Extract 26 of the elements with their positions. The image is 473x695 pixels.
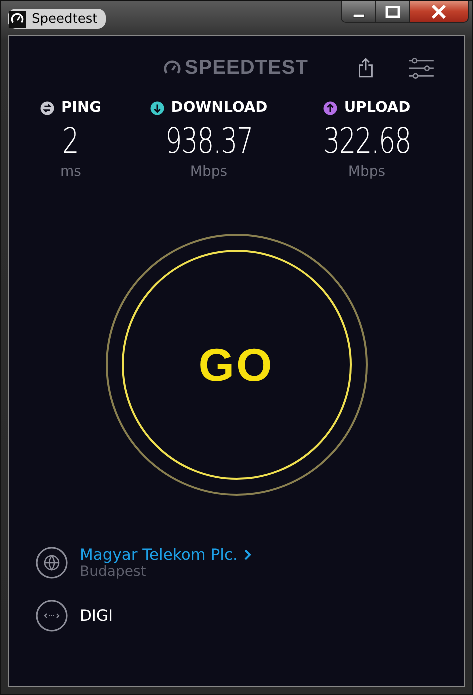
metric-unit: ms [60,164,82,180]
metric-unit: Mbps [190,164,228,180]
logo-text: SPEEDTEST [185,56,308,80]
chevron-icon[interactable] [244,549,252,561]
minimize-button[interactable] [342,1,376,22]
metric-label: PING [61,100,102,116]
settings-icon[interactable] [408,58,436,78]
metric-value: 322.68 [323,121,411,164]
close-button[interactable] [410,1,468,22]
server-link[interactable]: Magyar Telekom Plc. [80,546,238,564]
connection-icon [36,600,68,632]
window-title: Speedtest [32,12,98,26]
minimize-icon [352,14,364,18]
close-icon [429,4,449,18]
go-button[interactable]: GO [122,250,352,480]
metric-label: UPLOAD [344,100,411,116]
metric-unit: Mbps [348,164,386,180]
provider-name: DIGI [80,607,114,625]
maximize-button[interactable] [376,1,410,22]
share-icon[interactable] [358,57,374,79]
app-icon [9,10,26,28]
metric-value: 2 [63,121,79,164]
metric-value: 938.37 [165,121,253,164]
metric-label: DOWNLOAD [171,100,268,116]
globe-icon [36,547,68,579]
server-location: Budapest [80,564,148,580]
